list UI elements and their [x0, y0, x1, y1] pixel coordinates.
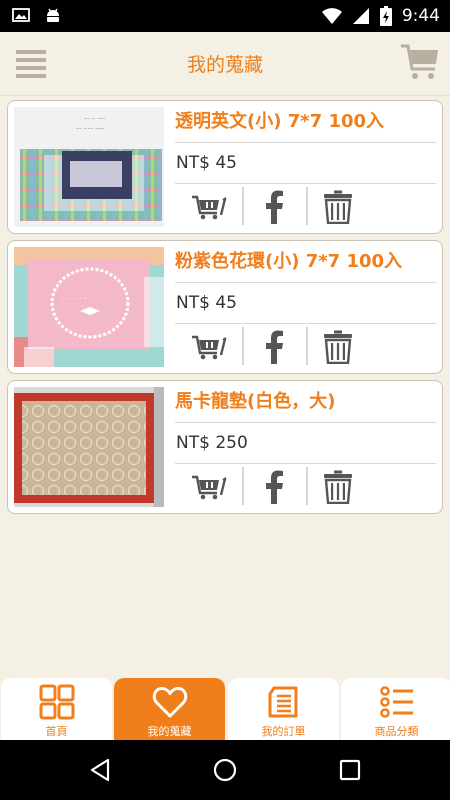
bottom-tab-bar: 首頁 我的蒐藏 我的訂單 商品分類	[0, 678, 450, 740]
android-notification-icon	[47, 8, 59, 22]
divider	[175, 323, 436, 324]
product-image[interactable]	[14, 387, 164, 507]
product-name[interactable]: 透明英文(小) 7*7 100入	[175, 107, 384, 133]
delete-button[interactable]	[315, 469, 361, 505]
system-nav-bar	[0, 740, 450, 800]
trash-icon	[324, 330, 352, 364]
tab-label: 首頁	[45, 725, 68, 738]
trash-icon	[324, 190, 352, 224]
divider	[175, 463, 436, 464]
add-to-cart-icon	[192, 335, 227, 360]
facebook-icon	[266, 190, 283, 224]
facebook-icon	[266, 330, 283, 364]
heart-icon	[152, 687, 188, 718]
divider	[175, 142, 436, 143]
add-to-cart-button[interactable]	[188, 329, 234, 365]
add-to-cart-button[interactable]	[188, 469, 234, 505]
divider	[242, 467, 244, 505]
trash-icon	[324, 470, 352, 504]
facebook-share-button[interactable]	[251, 329, 297, 365]
recents-icon[interactable]	[338, 758, 362, 782]
facebook-share-button[interactable]	[251, 189, 297, 225]
page-title: 我的蒐藏	[186, 54, 263, 76]
product-price: NT$ 45	[176, 153, 237, 173]
tab-categories[interactable]: 商品分類	[341, 678, 450, 740]
divider	[242, 327, 244, 365]
battery-charging-icon	[379, 6, 392, 26]
add-to-cart-icon	[192, 475, 227, 500]
product-name[interactable]: 馬卡龍墊(白色，大)	[175, 387, 335, 413]
svg-text:··· ····· ·····: ··· ····· ·····	[76, 126, 105, 133]
app-bar: 我的蒐藏	[0, 32, 450, 96]
cart-icon[interactable]	[400, 42, 440, 82]
product-price: NT$ 45	[176, 293, 237, 313]
divider	[175, 282, 436, 283]
divider	[175, 422, 436, 423]
delete-button[interactable]	[315, 329, 361, 365]
item-actions	[175, 465, 375, 509]
divider	[175, 183, 436, 184]
list-icon	[380, 686, 413, 718]
divider	[306, 187, 308, 225]
svg-text:··· ·· ····: ··· ·· ····	[84, 116, 105, 123]
signal-icon	[352, 8, 369, 24]
tab-label: 我的訂單	[261, 725, 306, 738]
svg-text:· · · · · ·: · · · · · ·	[62, 295, 86, 303]
delete-button[interactable]	[315, 189, 361, 225]
grid-icon	[39, 684, 75, 720]
tab-label: 商品分類	[374, 725, 419, 738]
back-icon[interactable]	[88, 758, 112, 782]
tab-label: 我的蒐藏	[147, 725, 192, 738]
facebook-icon	[266, 470, 283, 504]
add-to-cart-icon	[192, 195, 227, 220]
add-to-cart-button[interactable]	[188, 189, 234, 225]
tab-favorites[interactable]: 我的蒐藏	[114, 678, 225, 740]
favorite-item-card[interactable]: ··· ·· ···· ··· ····· ····· 透明英文(小) 7*7 …	[7, 100, 443, 234]
item-actions	[175, 325, 375, 369]
favorite-item-card[interactable]: 馬卡龍墊(白色，大) NT$ 250	[7, 380, 443, 514]
divider	[242, 187, 244, 225]
image-notification-icon	[12, 8, 30, 22]
product-price: NT$ 250	[176, 433, 248, 453]
favorite-item-card[interactable]: · · · · · · 粉紫色花環(小) 7*7 100入 NT$ 45	[7, 240, 443, 374]
product-image[interactable]: ··· ·· ···· ··· ····· ·····	[14, 107, 164, 227]
divider	[306, 327, 308, 365]
tab-orders[interactable]: 我的訂單	[228, 678, 339, 740]
clock: 9:44	[401, 6, 440, 26]
product-name[interactable]: 粉紫色花環(小) 7*7 100入	[175, 247, 402, 273]
document-icon	[268, 686, 298, 718]
wifi-icon	[321, 8, 342, 24]
item-actions	[175, 185, 375, 229]
status-bar: 9:44	[0, 0, 450, 32]
tab-home[interactable]: 首頁	[1, 678, 112, 740]
home-icon[interactable]	[213, 758, 237, 782]
divider	[306, 467, 308, 505]
product-image[interactable]: · · · · · ·	[14, 247, 164, 367]
facebook-share-button[interactable]	[251, 469, 297, 505]
